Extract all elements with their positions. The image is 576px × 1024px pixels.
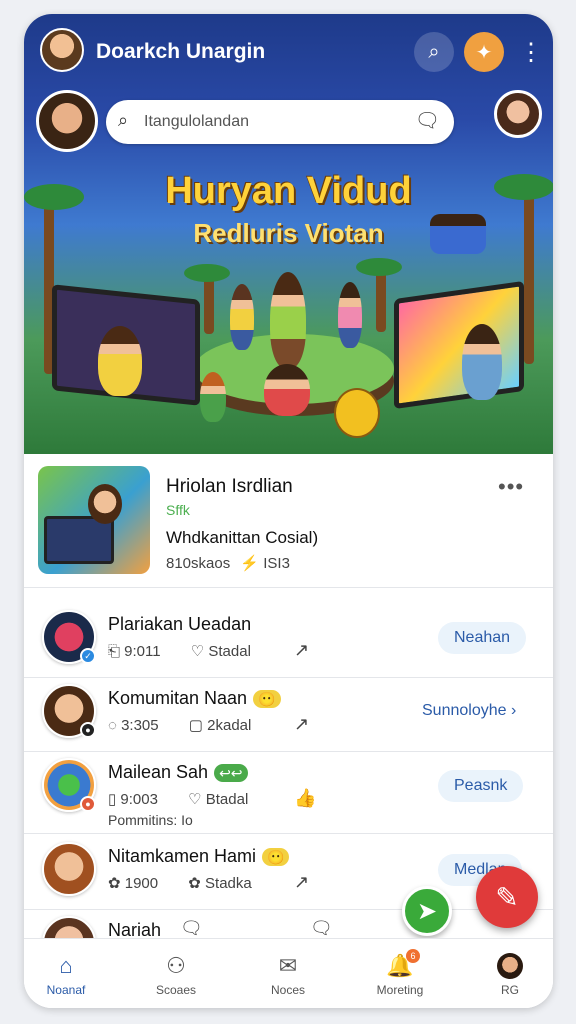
item-meta: ◌ 3:305 ▢ 2kadal — [108, 716, 251, 734]
item-meta: ▯ 9:003 ♡ Btadal — [108, 790, 248, 808]
chat-bubble-icon[interactable]: 🗨 — [415, 108, 440, 133]
nav-label: Scoaes — [155, 983, 197, 997]
item-likes[interactable]: ♡ Btadal — [188, 790, 248, 808]
top-bar: Doarkch Unargin ⌕ ✦ ⋮ — [24, 14, 553, 90]
emoji-icon: ↩↩ — [214, 764, 248, 782]
mail-icon: ✉ — [278, 953, 298, 978]
scene-figure — [338, 282, 362, 348]
verified-badge-icon: ✓ — [80, 648, 96, 664]
scene-figure — [462, 324, 502, 400]
scene-figure — [98, 326, 142, 396]
nav-item-mail[interactable]: ✉ Noces — [246, 939, 330, 1008]
item-name-text: Mailean Sah — [108, 762, 209, 782]
list-item[interactable]: ● Komumitan Naan 😶 ◌ 3:305 ▢ 2kadal ↗ Sun… — [24, 676, 553, 752]
fire-icon[interactable]: ✦ — [464, 32, 504, 72]
list-item[interactable]: Nitamkamen Hami 😶 ✿ 1900 ✿ Stadka ↗ Medla… — [24, 834, 553, 910]
palm-leaf — [356, 258, 402, 276]
nav-label: Noanaf — [46, 983, 86, 997]
nav-item-people[interactable]: ⚇ Scoaes — [134, 939, 218, 1008]
item-views: ✿ 1900 — [108, 875, 159, 892]
nav-item-notifications[interactable]: 🔔 6 Moreting — [358, 939, 442, 1008]
featured-meta-left: 810skaos — [166, 555, 231, 572]
featured-title: Hriolan Isrdlian — [166, 476, 293, 497]
search-placeholder: Itangulolandan — [144, 113, 249, 130]
item-likes[interactable]: ♡ Stadal — [191, 642, 251, 660]
scene-figure-group — [430, 214, 486, 254]
phone-frame: Doarkch Unargin ⌕ ✦ ⋮ ⌕ Itangulolandan 🗨… — [24, 14, 553, 1008]
emoji-icon: 😶 — [262, 848, 290, 866]
hero-banner[interactable]: Huryan Vidud Redluris Viotan — [24, 154, 553, 454]
profile-avatar-large[interactable] — [36, 90, 98, 152]
notification-badge: 6 — [406, 949, 420, 963]
item-meta: ✿ 1900 ✿ Stadka — [108, 874, 252, 892]
edit-pencil-icon[interactable]: ✎ — [476, 866, 538, 928]
scene-laptop-right — [394, 280, 524, 410]
avatar[interactable] — [42, 842, 96, 896]
more-vertical-icon[interactable]: ⋮ — [516, 32, 546, 72]
item-time: ⎗ 9:011 — [108, 643, 161, 660]
nav-label: Moreting — [376, 983, 424, 997]
palm-tree — [204, 274, 214, 334]
palm-leaf — [184, 264, 230, 282]
scene-figure — [200, 372, 226, 422]
featured-meta: 810skaos ⚡ ISI3 — [166, 554, 290, 572]
action-button[interactable]: Peasnk — [438, 770, 524, 802]
nav-item-profile[interactable]: RG — [468, 939, 552, 1008]
share-icon[interactable]: ↗ — [294, 640, 309, 661]
featured-meta-right: ⚡ ISI3 — [240, 555, 290, 572]
featured-tag[interactable]: Sffk — [166, 502, 190, 518]
user-avatar[interactable] — [40, 28, 84, 72]
item-name-text: Komumitan Naan — [108, 688, 248, 708]
list-item[interactable]: ✓ Plariakan Ueadan ⎗ 9:011 ♡ Stadal ↗ Ne… — [24, 602, 553, 678]
share-icon[interactable]: ↗ — [294, 714, 309, 735]
item-name: Plariakan Ueadan — [108, 614, 252, 634]
scene-figure — [270, 272, 306, 368]
featured-thumbnail[interactable] — [38, 466, 150, 574]
item-name-text: Nitamkamen Hami — [108, 846, 257, 866]
bell-icon: 🔔 — [386, 953, 414, 978]
item-extra: Pommitins: Io — [108, 812, 193, 828]
scene-mascot — [334, 388, 380, 438]
item-time: ◌ 3:305 — [108, 717, 159, 734]
search-input[interactable]: ⌕ Itangulolandan 🗨 — [106, 100, 454, 144]
scene-figure — [264, 364, 310, 416]
item-time: ▯ 9:003 — [108, 791, 158, 808]
content-sheet: Hriolan Isrdlian Sffk Whdkanittan Cosial… — [24, 454, 553, 1008]
status-badge-icon: ● — [80, 722, 96, 738]
hero-title: Huryan Vidud — [165, 170, 412, 212]
action-button[interactable]: Neahan — [438, 622, 527, 654]
comment-icon[interactable]: 🗨 — [180, 918, 203, 939]
friend-avatar[interactable] — [494, 90, 542, 138]
item-comments[interactable]: ▢ 2kadal — [189, 716, 252, 734]
thumbs-up-icon[interactable]: 👍 — [294, 788, 316, 809]
emoji-icon: 😶 — [253, 690, 281, 708]
nav-label: RG — [501, 983, 519, 997]
more-horizontal-icon[interactable]: ••• — [498, 474, 524, 500]
people-icon: ⚇ — [166, 953, 186, 978]
share-icon[interactable]: ↗ — [294, 872, 309, 893]
item-reactions[interactable]: ✿ Stadka — [188, 874, 251, 892]
featured-description: Whdkanittan Cosial) — [166, 528, 319, 547]
featured-card[interactable]: Hriolan Isrdlian Sffk Whdkanittan Cosial… — [24, 454, 553, 588]
search-icon: ⌕ — [118, 110, 129, 130]
profile-avatar — [497, 953, 523, 979]
list-item[interactable]: ● Mailean Sah ↩↩ ▯ 9:003 ♡ Btadal Pommiti… — [24, 750, 553, 834]
bottom-nav: ⌂ Noanaf ⚇ Scoaes ✉ Noces 🔔 6 Moreting R… — [24, 938, 553, 1008]
scene-figure — [230, 284, 254, 350]
nav-item-home[interactable]: ⌂ Noanaf — [24, 939, 108, 1008]
status-badge-icon: ● — [80, 796, 96, 812]
action-link[interactable]: Sunnoloyhe › — [422, 702, 516, 720]
send-icon[interactable]: ➤ — [402, 886, 452, 936]
search-icon[interactable]: ⌕ — [414, 32, 454, 72]
nav-label: Noces — [270, 983, 305, 997]
kid-illustration — [88, 484, 122, 524]
app-title: Doarkch Unargin — [96, 40, 266, 63]
header: Doarkch Unargin ⌕ ✦ ⋮ ⌕ Itangulolandan 🗨… — [24, 14, 553, 454]
home-icon: ⌂ — [59, 953, 73, 978]
comment-icon[interactable]: 🗨 — [310, 918, 333, 939]
item-name: Mailean Sah ↩↩ — [108, 762, 248, 783]
item-name: Nitamkamen Hami 😶 — [108, 846, 290, 867]
item-name: Komumitan Naan 😶 — [108, 688, 281, 709]
item-meta: ⎗ 9:011 ♡ Stadal — [108, 642, 251, 660]
